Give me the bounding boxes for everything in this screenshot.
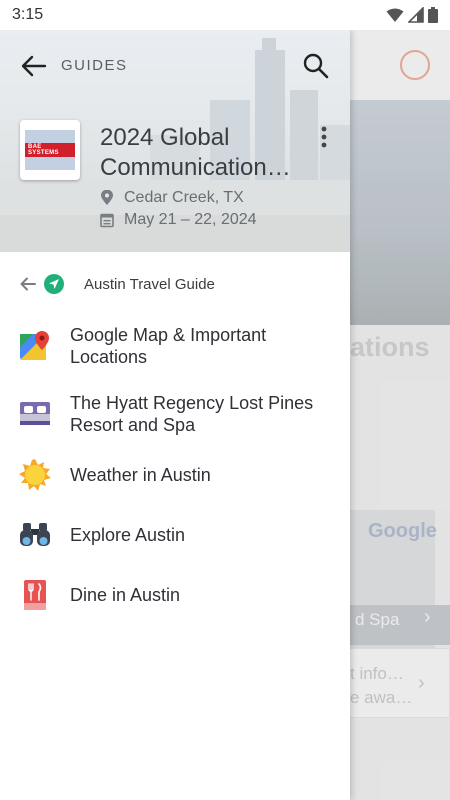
back-button[interactable] [16, 48, 52, 84]
current-guide-row[interactable]: Austin Travel Guide [0, 266, 350, 302]
event-title: 2024 Global Communication… [100, 123, 300, 183]
location-pin-icon [101, 190, 113, 205]
calendar-icon [100, 213, 114, 228]
guide-item-label: Dine in Austin [70, 585, 181, 605]
guide-item-hyatt-regency[interactable]: The Hyatt Regency Lost Pines Resort and … [0, 392, 350, 436]
guide-item-label: Explore Austin [70, 525, 186, 545]
event-location-text: Cedar Creek, TX [124, 189, 244, 206]
event-logo: BAE SYSTEMS [20, 120, 80, 180]
signal-icon [408, 7, 424, 23]
drawer-header: GUIDES BAE SYSTEMS 2024 Global Communica… [0, 30, 350, 252]
status-icons [386, 7, 438, 23]
more-vertical-icon [321, 126, 327, 148]
search-icon [303, 53, 329, 79]
guide-item-dine[interactable]: Dine in Austin [0, 578, 350, 612]
status-bar: 3:15 [0, 0, 450, 30]
event-logo-text: BAE SYSTEMS [25, 143, 75, 157]
event-dates-text: May 21 – 22, 2024 [124, 211, 257, 228]
bed-icon [18, 397, 52, 431]
event-title-line-1: 2024 Global [100, 124, 230, 151]
guide-item-label: Weather in Austin [70, 465, 211, 485]
more-options-button[interactable] [312, 122, 336, 152]
arrow-left-icon [21, 55, 47, 77]
guide-item-google-map[interactable]: Google Map & Important Locations [0, 324, 350, 368]
map-pin-icon [18, 329, 52, 363]
binoculars-icon [18, 518, 52, 552]
event-dates: May 21 – 22, 2024 [100, 210, 257, 230]
search-button[interactable] [298, 48, 334, 84]
arrow-left-icon [20, 277, 36, 291]
guide-item-weather[interactable]: Weather in Austin [0, 458, 350, 492]
current-guide-label: Austin Travel Guide [84, 275, 215, 293]
status-time: 3:15 [12, 6, 44, 23]
restaurant-icon [18, 578, 52, 612]
guide-item-explore[interactable]: Explore Austin [0, 518, 350, 552]
navigation-icon [44, 274, 64, 294]
navigation-drawer: GUIDES BAE SYSTEMS 2024 Global Communica… [0, 30, 350, 800]
event-location: Cedar Creek, TX [100, 188, 244, 208]
crumb-back-button[interactable] [18, 274, 38, 294]
battery-icon [428, 7, 438, 23]
sun-icon [18, 458, 52, 492]
wifi-icon [386, 8, 404, 22]
event-title-line-2: Communication… [100, 154, 291, 181]
section-label: GUIDES [61, 57, 128, 74]
guide-item-label: The Hyatt Regency Lost Pines Resort and … [70, 393, 314, 435]
guide-item-label: Google Map & Important Locations [70, 325, 267, 367]
